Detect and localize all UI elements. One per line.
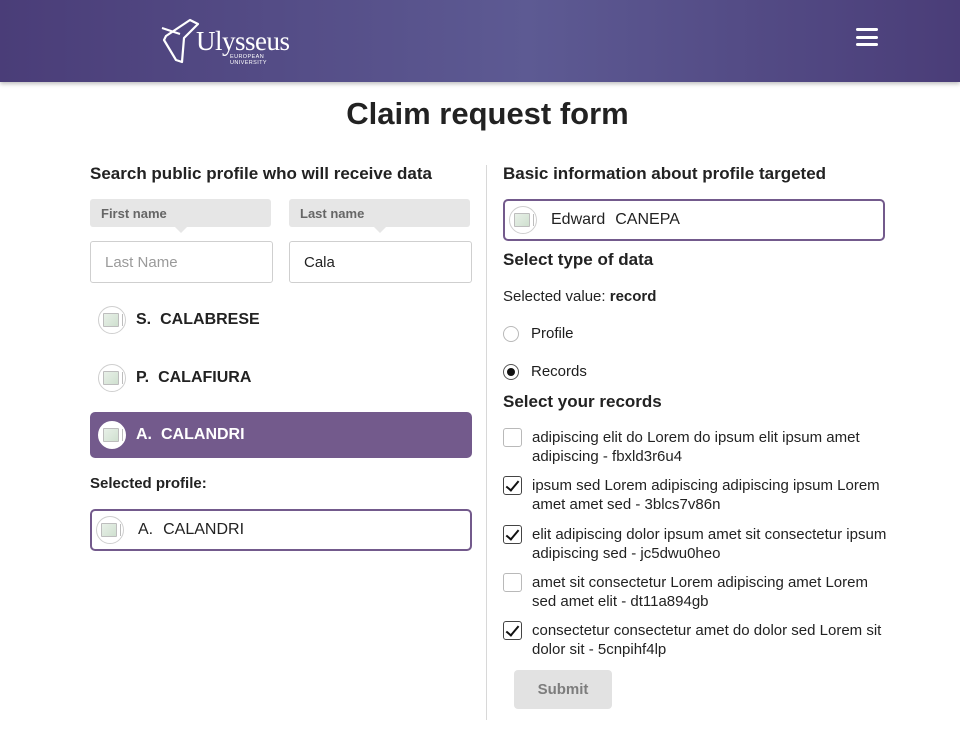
- record-checkbox-checked[interactable]: [503, 621, 522, 640]
- logo-subtext: EUROPEAN UNIVERSITY: [230, 54, 268, 66]
- logo-text: Ulysseus: [196, 26, 290, 56]
- data-type-heading: Select type of data: [503, 250, 654, 269]
- first-name-label: First name: [90, 199, 271, 233]
- target-profile-box: Edward CANEPA: [503, 199, 885, 241]
- radio-button[interactable]: [503, 325, 519, 342]
- result-surname: CALABRESE: [160, 311, 260, 328]
- selected-profile-box: A. CALANDRI: [90, 509, 472, 551]
- result-surname: CALAFIURA: [158, 369, 252, 386]
- ulysseus-logo[interactable]: Ulysseus EUROPEAN UNIVERSITY: [160, 16, 300, 66]
- record-item[interactable]: adipiscing elit do Lorem do ipsum elit i…: [503, 428, 888, 466]
- search-result-item[interactable]: P. CALAFIURA: [90, 355, 472, 401]
- avatar: [98, 306, 126, 334]
- record-label: elit adipiscing dolor ipsum amet sit con…: [532, 526, 887, 562]
- result-initial: A.: [136, 426, 152, 443]
- records-heading: Select your records: [503, 392, 662, 411]
- page-title: Claim request form: [346, 96, 629, 131]
- record-item[interactable]: consectetur consectetur amet do dolor se…: [503, 621, 888, 659]
- radio-button-checked[interactable]: [503, 363, 519, 380]
- search-result-item[interactable]: S. CALABRESE: [90, 297, 472, 343]
- target-first-name: Edward: [551, 211, 606, 228]
- search-result-item-selected[interactable]: A. CALANDRI: [90, 412, 472, 458]
- record-label: adipiscing elit do Lorem do ipsum elit i…: [532, 429, 860, 465]
- record-item[interactable]: elit adipiscing dolor ipsum amet sit con…: [503, 525, 888, 563]
- selected-value: record: [609, 288, 657, 305]
- radio-option-profile[interactable]: Profile: [503, 325, 574, 342]
- selected-value-label: Selected value:: [503, 288, 606, 305]
- radio-option-records[interactable]: Records: [503, 363, 587, 380]
- last-name-input[interactable]: [289, 241, 472, 283]
- selected-profile-surname: CALANDRI: [163, 521, 245, 538]
- last-name-label: Last name: [289, 199, 470, 233]
- selected-profile-initial: A.: [138, 521, 154, 538]
- result-surname: CALANDRI: [161, 426, 245, 443]
- target-profile-heading: Basic information about profile targeted: [503, 164, 827, 183]
- column-divider: [486, 165, 487, 720]
- record-label: ipsum sed Lorem adipiscing adipiscing ip…: [532, 477, 880, 513]
- record-item[interactable]: amet sit consectetur Lorem adipiscing am…: [503, 573, 888, 611]
- radio-label: Records: [531, 363, 587, 380]
- record-checkbox-checked[interactable]: [503, 525, 522, 544]
- result-initial: P.: [136, 369, 150, 386]
- record-checkbox[interactable]: [503, 428, 522, 447]
- avatar: [509, 206, 537, 234]
- avatar: [98, 421, 126, 449]
- search-profile-heading: Search public profile who will receive d…: [90, 164, 432, 183]
- top-header: Ulysseus EUROPEAN UNIVERSITY: [0, 0, 960, 82]
- result-initial: S.: [136, 311, 152, 328]
- record-checkbox[interactable]: [503, 573, 522, 592]
- submit-button[interactable]: Submit: [514, 670, 612, 709]
- record-label: consectetur consectetur amet do dolor se…: [532, 622, 882, 658]
- target-last-name: CANEPA: [615, 211, 680, 228]
- avatar: [98, 364, 126, 392]
- selected-profile-label: Selected profile:: [90, 475, 207, 492]
- selected-value-text: Selected value: record: [503, 288, 656, 305]
- hamburger-menu-icon[interactable]: [856, 28, 880, 50]
- record-checkbox-checked[interactable]: [503, 476, 522, 495]
- avatar: [96, 516, 124, 544]
- radio-label: Profile: [531, 325, 574, 342]
- record-item[interactable]: ipsum sed Lorem adipiscing adipiscing ip…: [503, 476, 888, 514]
- first-name-input[interactable]: [90, 241, 273, 283]
- record-label: amet sit consectetur Lorem adipiscing am…: [532, 574, 868, 610]
